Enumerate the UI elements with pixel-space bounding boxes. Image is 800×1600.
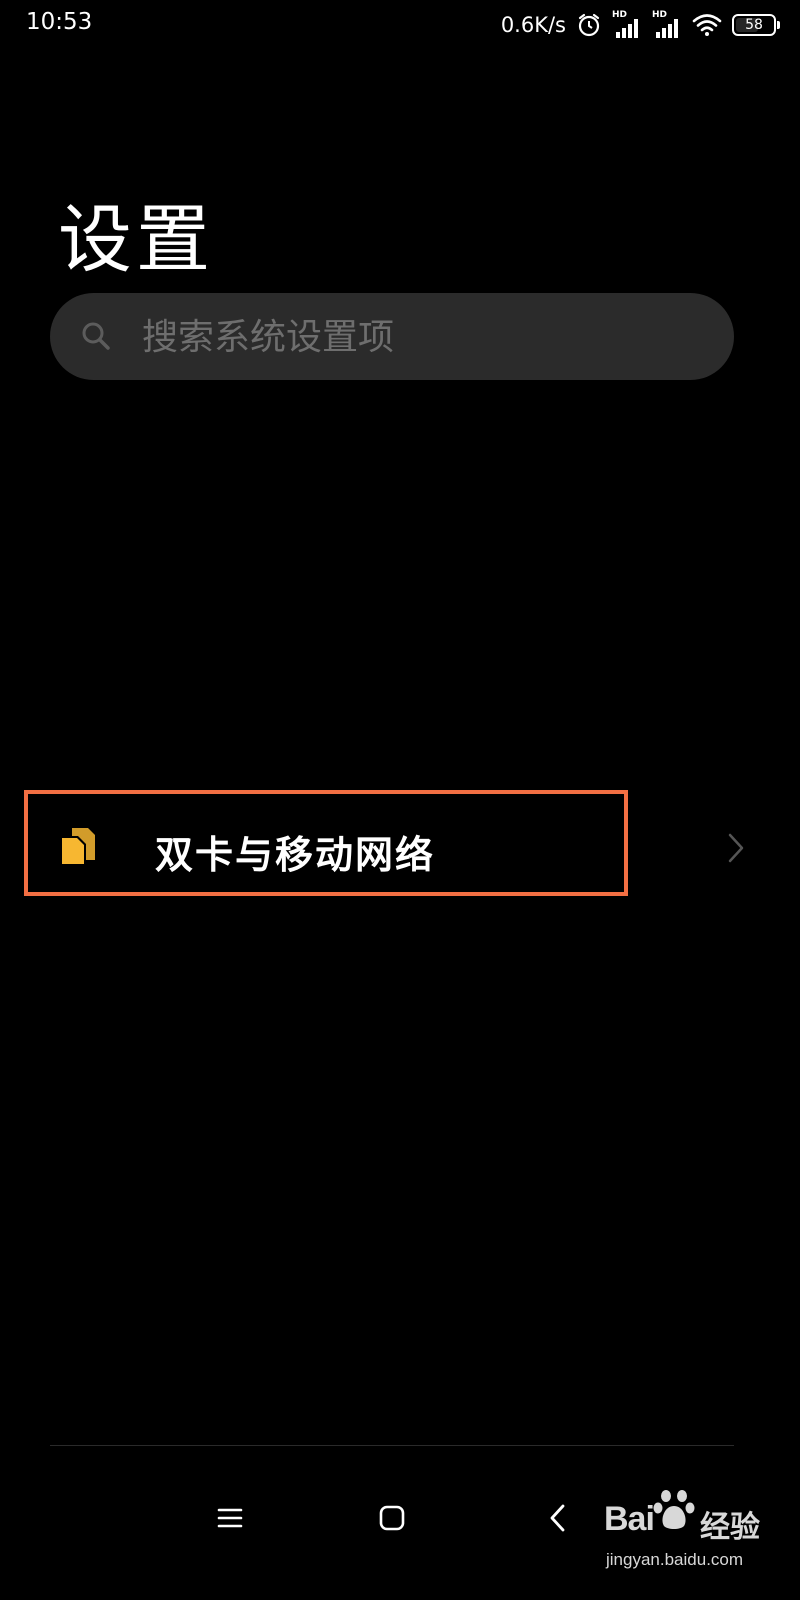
back-button[interactable] [528, 1490, 588, 1550]
search-bar[interactable] [50, 293, 734, 382]
status-time: 10:53 [26, 9, 93, 35]
chevron-right-icon [726, 832, 746, 868]
menu-icon [217, 1506, 243, 1534]
alarm-icon [576, 12, 602, 38]
watermark-url: jingyan.baidu.com [606, 1550, 744, 1569]
settings-item-dual-sim[interactable]: 双卡与移动网络 [0, 790, 800, 900]
watermark: Bai 经验 jingyan.baidu.com [600, 1480, 790, 1590]
sim-card-icon [58, 826, 98, 872]
watermark-suffix: 经验 [700, 1510, 760, 1545]
page-title: 设置 [58, 197, 214, 283]
battery-percent: 58 [745, 17, 763, 33]
network-speed: 0.6K/s [500, 13, 566, 37]
paw-icon [652, 1486, 698, 1536]
nav-divider [50, 1445, 734, 1446]
signal-icon: HD [612, 10, 642, 40]
settings-item-label: 双卡与移动网络 [155, 833, 436, 877]
menu-button[interactable] [200, 1490, 260, 1550]
home-button[interactable] [362, 1490, 422, 1550]
status-icons: 0.6K/s HD HD 58 [500, 8, 780, 42]
back-icon [548, 1503, 568, 1537]
signal-icon: HD [652, 10, 682, 40]
search-input[interactable] [140, 293, 704, 382]
battery-icon: 58 [732, 14, 780, 36]
home-icon [379, 1505, 405, 1535]
watermark-logo: Bai [604, 1500, 655, 1538]
wifi-icon [692, 13, 722, 37]
search-icon [80, 320, 112, 356]
status-bar: 10:53 0.6K/s HD HD 58 [0, 0, 800, 50]
